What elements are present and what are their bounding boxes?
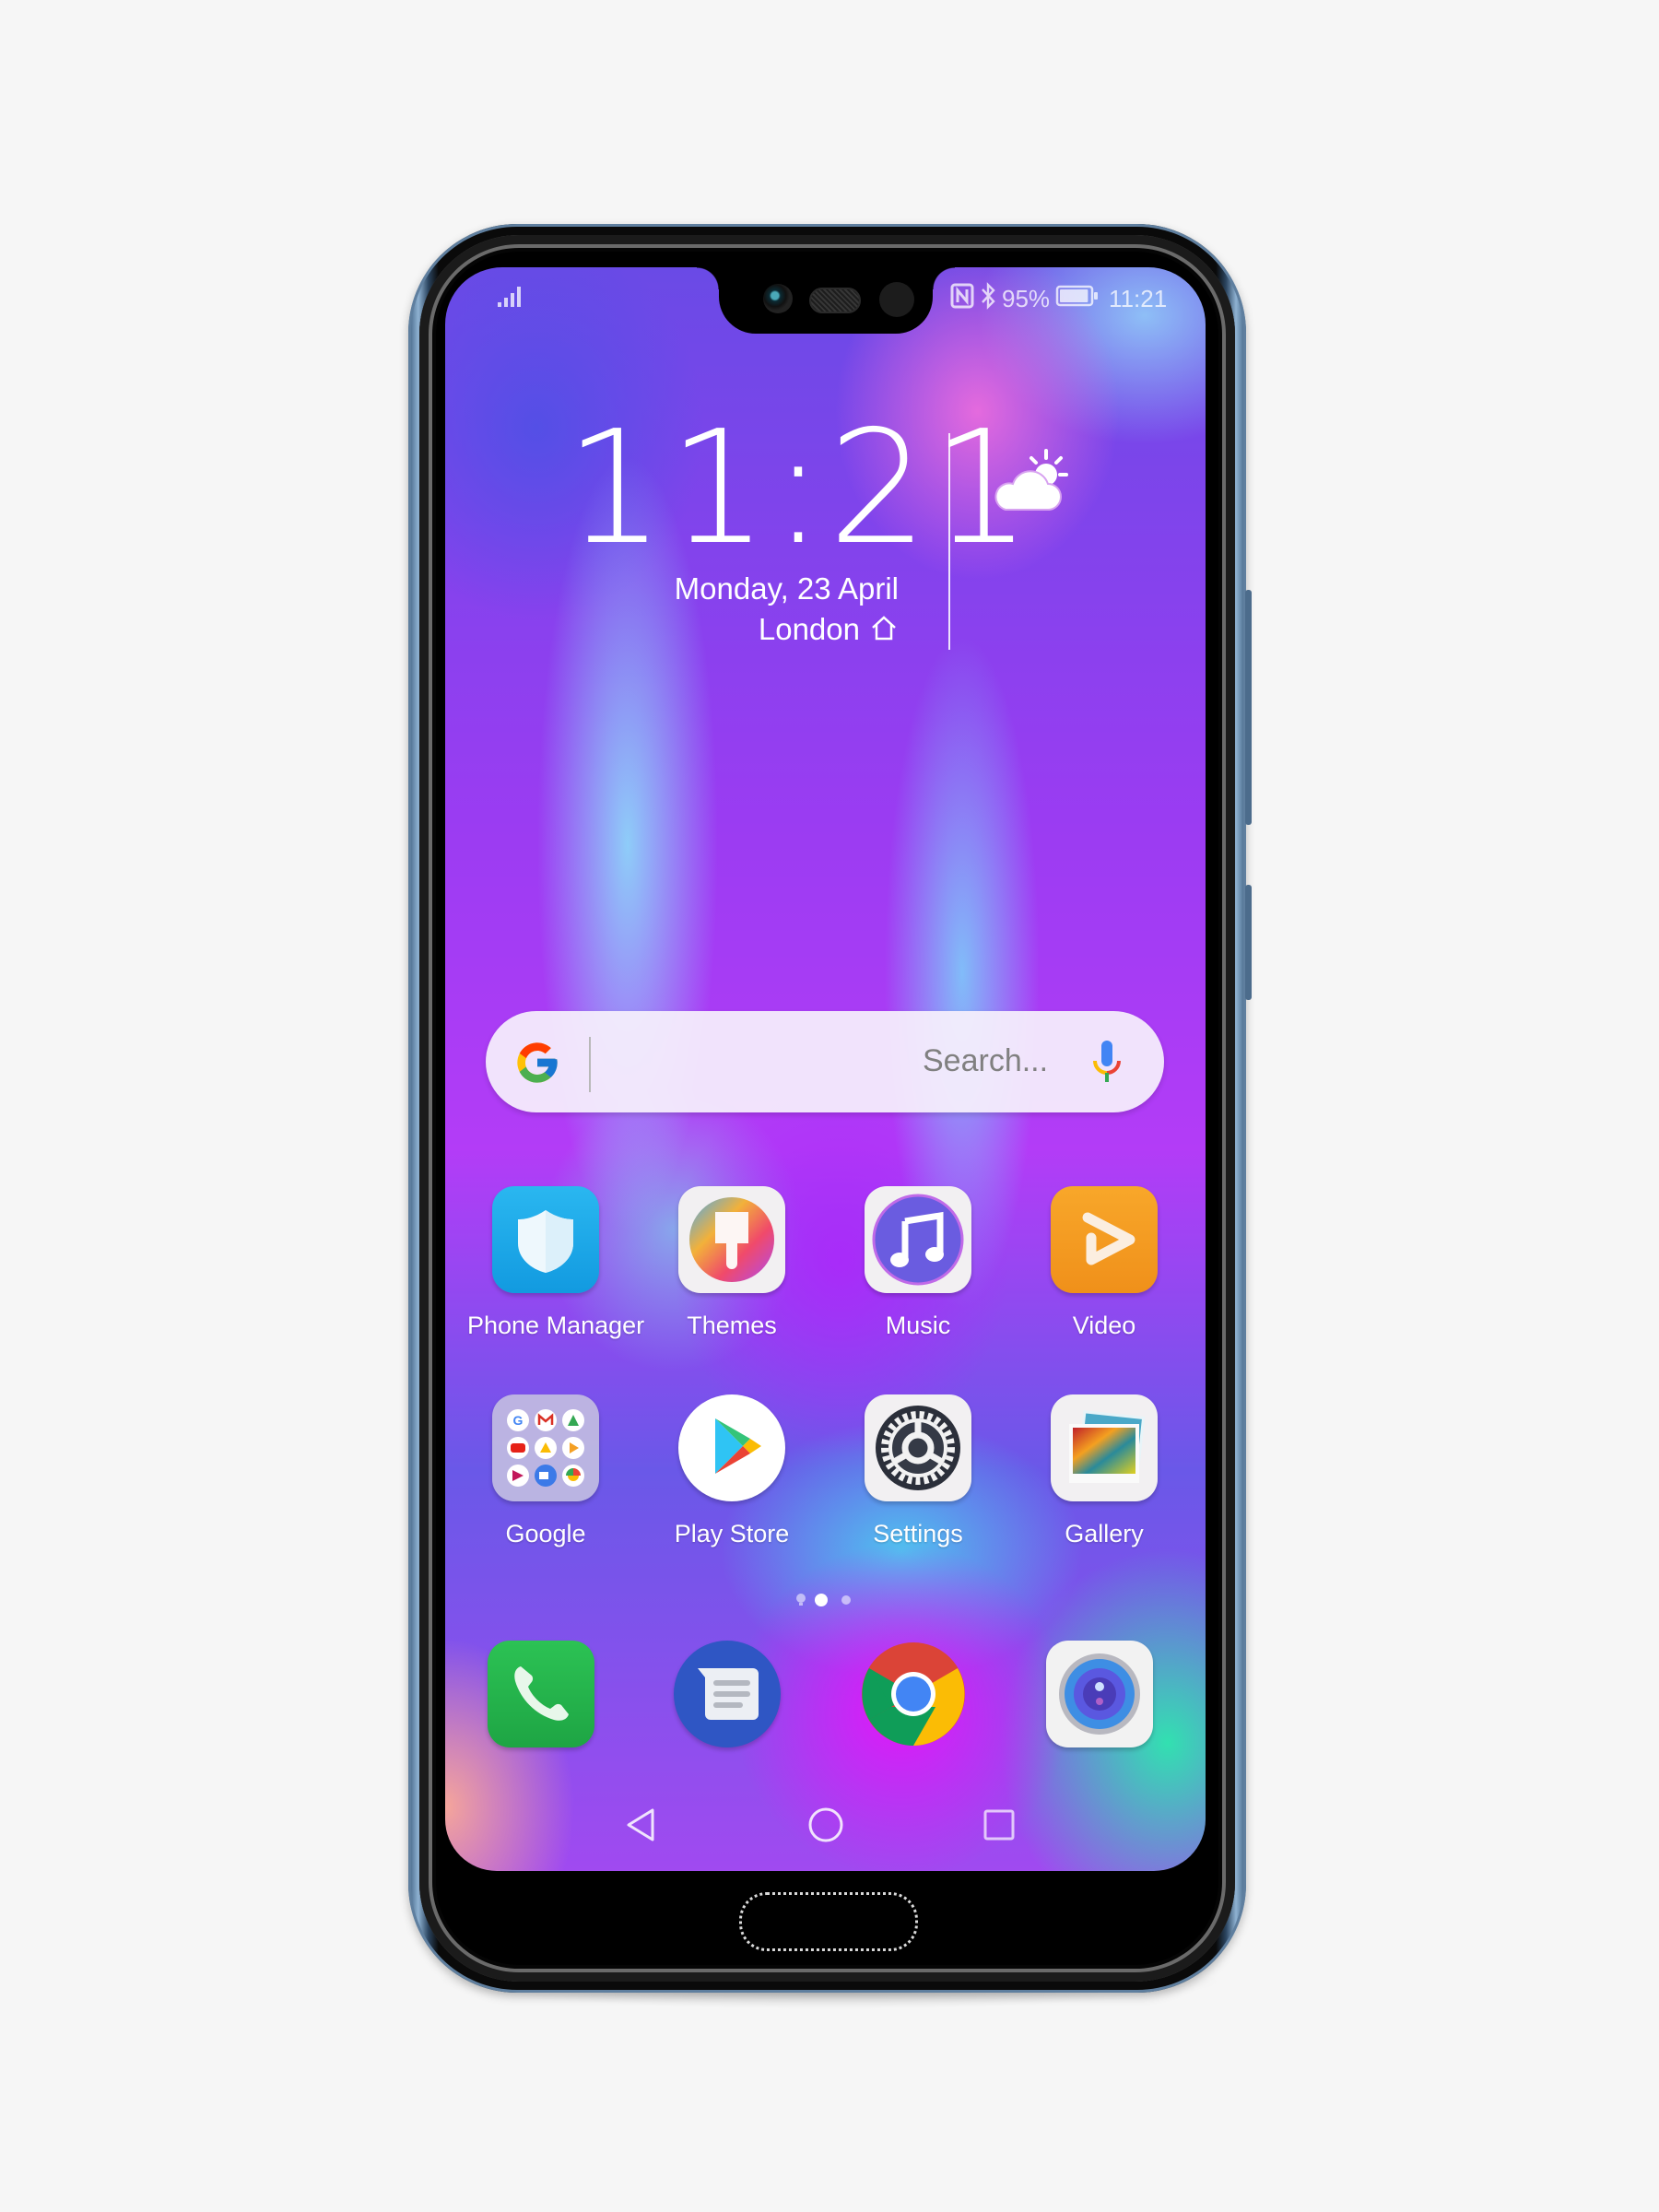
app-label: Play Store <box>674 1520 790 1547</box>
app-google-folder[interactable]: G Google <box>467 1394 624 1548</box>
partly-cloudy-icon[interactable] <box>989 447 1081 525</box>
dock-messages[interactable] <box>674 1641 781 1747</box>
power-button <box>1245 885 1252 1000</box>
earpiece-speaker <box>809 288 861 313</box>
search-cursor <box>589 1037 591 1092</box>
home-circle-icon[interactable] <box>789 1788 863 1862</box>
folder-icon: G <box>492 1394 599 1501</box>
chrome-icon <box>860 1641 967 1747</box>
battery-percent: 95% <box>1002 285 1051 312</box>
app-label: Google <box>505 1520 586 1547</box>
app-label: Themes <box>687 1312 777 1339</box>
app-play-store[interactable]: Play Store <box>653 1394 810 1548</box>
volume-button <box>1245 590 1252 825</box>
clock-date: Monday, 23 April <box>674 571 899 606</box>
paintbrush-icon <box>678 1186 785 1293</box>
app-phone-manager[interactable]: Phone Manager <box>467 1186 645 1340</box>
app-label: Gallery <box>1065 1520 1144 1547</box>
play-icon <box>1051 1186 1158 1293</box>
clock-time[interactable]: 11:21 <box>565 410 1035 567</box>
dock-chrome[interactable] <box>860 1641 967 1747</box>
bluetooth-icon <box>980 282 996 316</box>
proximity-sensor <box>879 282 914 317</box>
page-dot-current[interactable] <box>815 1594 828 1606</box>
recents-square-icon[interactable] <box>962 1788 1036 1862</box>
phone-icon <box>488 1641 594 1747</box>
messages-icon <box>674 1641 781 1747</box>
microphone-icon[interactable] <box>1090 1039 1124 1091</box>
status-time: 11:21 <box>1109 285 1168 312</box>
lightbulb-icon[interactable] <box>794 1593 807 1612</box>
battery-icon <box>1055 285 1100 313</box>
dock-camera[interactable] <box>1046 1641 1153 1747</box>
music-note-icon <box>865 1186 971 1293</box>
shield-icon <box>492 1186 599 1293</box>
search-placeholder: Search... <box>923 1043 1049 1078</box>
home-screen: 95% 11:21 11:21 Monday, 23 April London <box>445 267 1206 1871</box>
fingerprint-sensor[interactable] <box>739 1892 918 1951</box>
camera-icon <box>1046 1641 1153 1747</box>
front-camera <box>763 284 793 313</box>
app-gallery[interactable]: Gallery <box>1026 1394 1182 1548</box>
photos-icon <box>1051 1394 1158 1501</box>
page-dot[interactable] <box>841 1595 851 1605</box>
clock-divider <box>948 433 950 650</box>
app-label: Music <box>885 1312 951 1339</box>
clock-location: London <box>758 612 860 646</box>
dock-phone[interactable] <box>488 1641 594 1747</box>
app-themes[interactable]: Themes <box>653 1186 810 1340</box>
svg-text:G: G <box>513 1413 524 1428</box>
app-settings[interactable]: Settings <box>840 1394 996 1548</box>
app-video[interactable]: Video <box>1026 1186 1182 1340</box>
back-triangle-icon[interactable] <box>605 1788 678 1862</box>
play-store-icon <box>678 1394 785 1501</box>
app-music[interactable]: Music <box>840 1186 996 1340</box>
home-icon <box>869 614 899 648</box>
signal-bars-icon <box>497 284 524 312</box>
app-label: Video <box>1072 1312 1136 1339</box>
nfc-icon <box>950 283 974 315</box>
google-search-bar[interactable]: Search... <box>486 1011 1164 1112</box>
status-bar-right: 95% 11:21 <box>950 282 1167 316</box>
notch <box>697 267 955 334</box>
gear-icon <box>865 1394 971 1501</box>
google-g-icon[interactable] <box>513 1039 561 1091</box>
app-label: Settings <box>873 1520 963 1547</box>
app-label: Phone Manager <box>467 1312 645 1339</box>
